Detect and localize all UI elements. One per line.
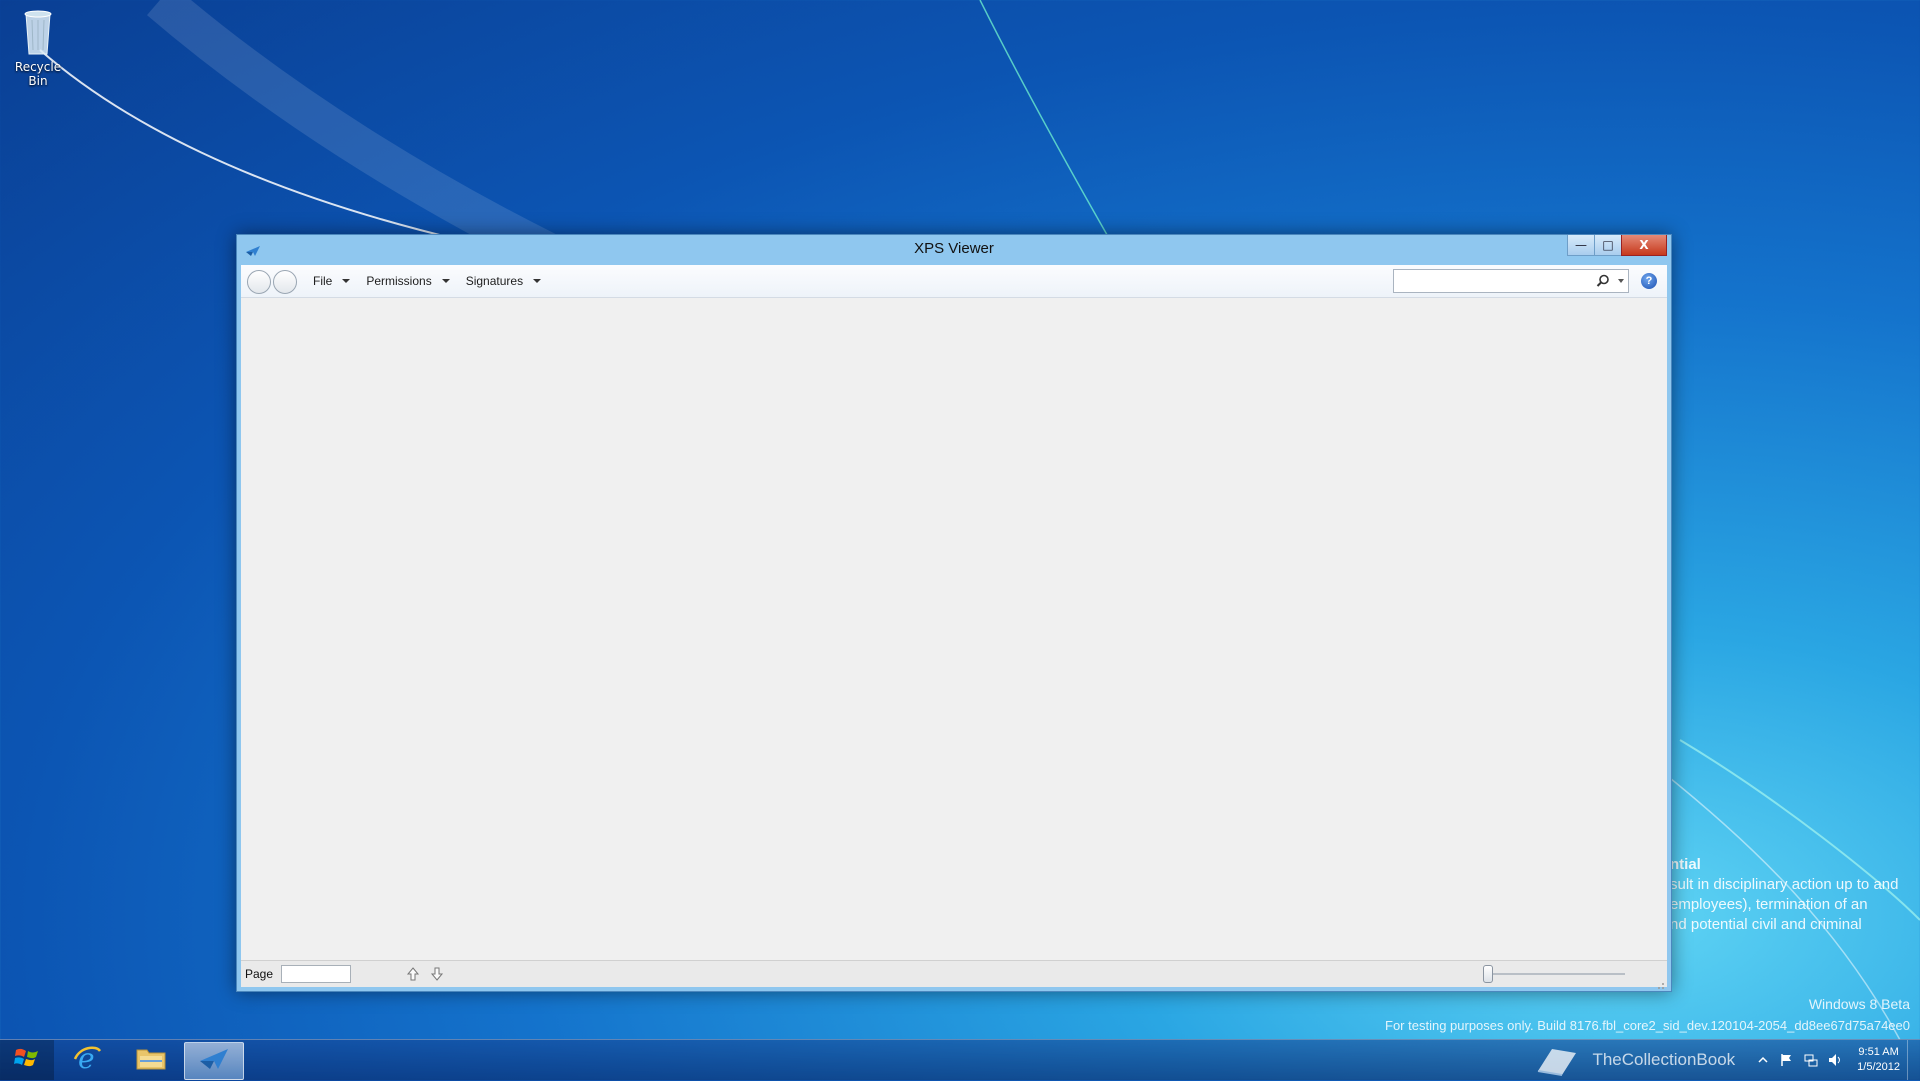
volume-icon[interactable] [1827, 1052, 1843, 1068]
help-icon[interactable]: ? [1641, 273, 1657, 289]
window-controls: — □ X [1567, 235, 1667, 257]
title-bar[interactable]: XPS Viewer — □ X [237, 235, 1671, 265]
toolbar: File Permissions Signatures ? [241, 265, 1667, 298]
menu-signatures[interactable]: Signatures [465, 274, 542, 288]
resize-grip-icon[interactable] [1655, 975, 1665, 989]
windows-build-string: For testing purposes only. Build 8176.fb… [1385, 1018, 1910, 1033]
taskbar-xps-viewer[interactable] [184, 1042, 244, 1080]
navigation-buttons [247, 270, 299, 294]
background-text-line: ntial [1670, 856, 1701, 873]
chevron-down-icon [441, 279, 450, 283]
internet-explorer-icon: e [72, 1042, 102, 1077]
zoom-slider-thumb[interactable] [1483, 965, 1493, 983]
taskbar: e TheCollectionBook 9:51 AM 1/5/2012 [0, 1039, 1920, 1080]
brand-watermark: TheCollectionBook [1592, 1050, 1736, 1069]
previous-page-icon[interactable] [405, 966, 421, 982]
page-number-input[interactable] [281, 965, 351, 983]
search-icon[interactable] [1596, 273, 1610, 287]
system-clock[interactable]: 9:51 AM 1/5/2012 [1857, 1045, 1900, 1075]
show-desktop-button[interactable] [1907, 1040, 1920, 1080]
folder-icon [135, 1044, 167, 1076]
book-logo-icon [1532, 1043, 1582, 1077]
maximize-button[interactable]: □ [1594, 235, 1622, 256]
menu-bar: File Permissions Signatures [313, 265, 557, 297]
chevron-down-icon [533, 279, 542, 283]
background-document-text: ntial sult in disciplinary action up to … [1670, 855, 1920, 935]
menu-permissions-label: Permissions [366, 274, 432, 288]
show-hidden-icons-icon[interactable] [1755, 1052, 1771, 1068]
xps-viewer-icon [198, 1046, 230, 1076]
zoom-slider-track[interactable] [1485, 973, 1625, 975]
next-page-icon[interactable] [429, 966, 445, 982]
clock-date: 1/5/2012 [1857, 1061, 1900, 1073]
network-icon[interactable] [1803, 1052, 1819, 1068]
windows-build-watermark: Windows 8 Beta [1808, 996, 1910, 1012]
background-text-line: sult in disciplinary action up to and [1670, 876, 1899, 893]
windows-logo-icon [14, 1046, 40, 1074]
taskbar-file-explorer[interactable] [122, 1042, 180, 1078]
recycle-bin-icon [18, 6, 58, 58]
minimize-button[interactable]: — [1567, 235, 1595, 256]
menu-permissions[interactable]: Permissions [366, 274, 450, 288]
menu-signatures-label: Signatures [465, 274, 524, 288]
start-button[interactable] [0, 1040, 54, 1080]
desktop-icon-recycle-bin[interactable]: Recycle Bin [4, 6, 72, 88]
chevron-down-icon [342, 279, 351, 283]
system-tray: TheCollectionBook 9:51 AM 1/5/2012 [1532, 1040, 1900, 1080]
clock-time: 9:51 AM [1858, 1046, 1899, 1058]
status-bar: Page [241, 960, 1667, 989]
background-text-line: employees), termination of an [1670, 896, 1868, 913]
close-button[interactable]: X [1621, 235, 1667, 256]
xps-viewer-window: XPS Viewer — □ X File Permissions Signat… [236, 234, 1672, 992]
background-text-line: nd potential civil and criminal [1670, 916, 1862, 933]
page-label: Page [245, 967, 274, 981]
forward-button[interactable] [273, 270, 297, 294]
search-input[interactable] [1398, 272, 1592, 290]
menu-file-label: File [313, 274, 333, 288]
maximize-icon: □ [1602, 238, 1614, 252]
search-options-dropdown-icon[interactable] [1618, 279, 1624, 283]
window-title: XPS Viewer [914, 240, 994, 257]
recycle-bin-label: Recycle Bin [14, 60, 62, 88]
action-center-flag-icon[interactable] [1779, 1052, 1795, 1068]
close-icon: X [1639, 238, 1649, 252]
document-viewport[interactable] [241, 298, 1667, 961]
minimize-icon: — [1575, 238, 1587, 252]
back-button[interactable] [247, 270, 271, 294]
search-box [1393, 269, 1629, 293]
taskbar-internet-explorer[interactable]: e [58, 1042, 116, 1078]
menu-file[interactable]: File [313, 274, 351, 288]
